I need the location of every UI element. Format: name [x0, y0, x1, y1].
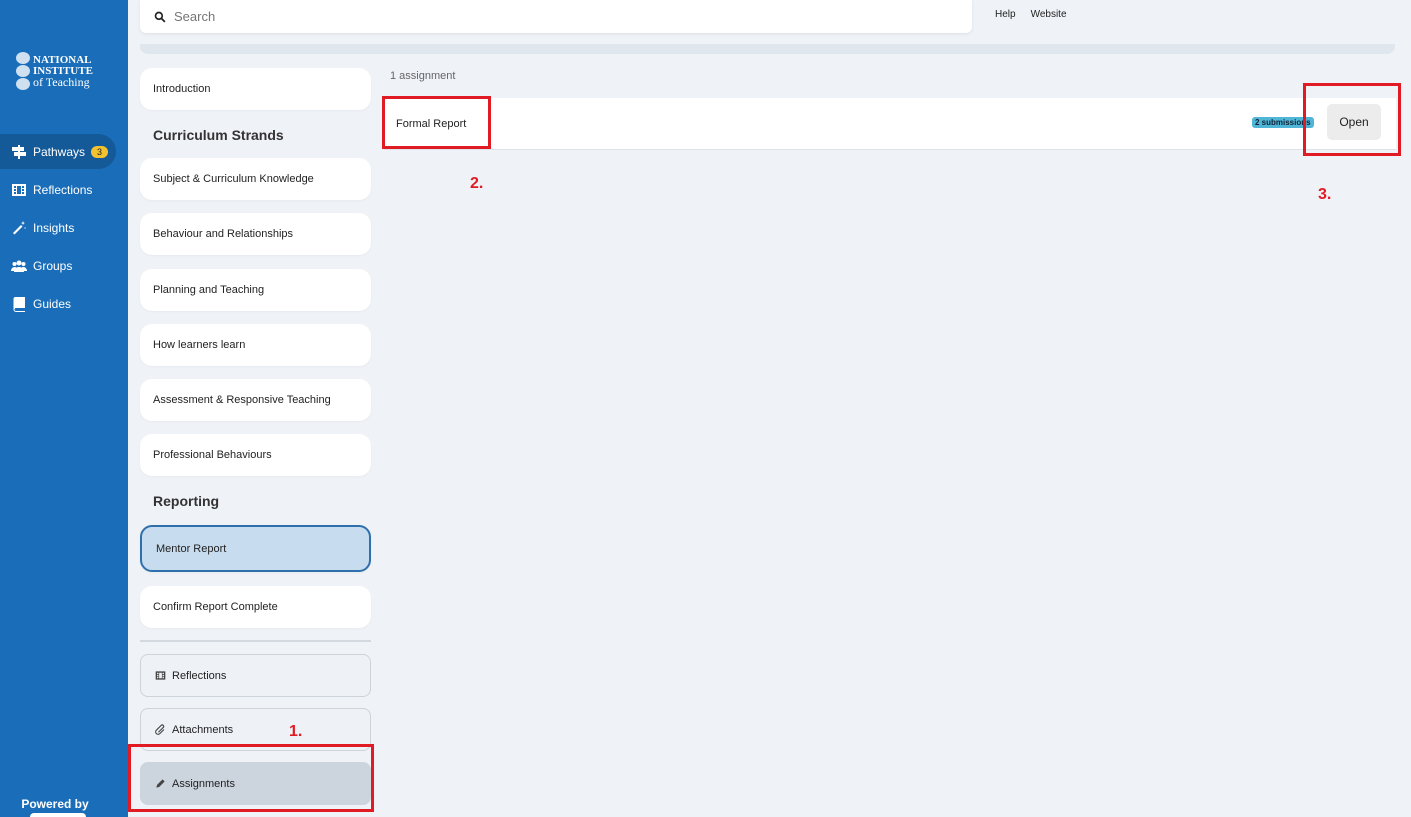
annotation-box-1	[128, 744, 374, 812]
nav-item-insights[interactable]: Insights	[0, 210, 128, 245]
introduction-label: Introduction	[153, 83, 211, 95]
magic-wand-icon	[13, 220, 27, 234]
nav-label-guides: Guides	[33, 296, 72, 311]
film-icon	[155, 671, 166, 680]
strand-item[interactable]: Planning and Teaching	[140, 269, 371, 311]
annotation-box-2	[382, 96, 491, 149]
reporting-item-confirm-complete[interactable]: Confirm Report Complete	[140, 586, 371, 628]
search-icon	[154, 11, 166, 23]
app-sidebar: NATIONAL INSTITUTE of Teaching Pathways …	[0, 0, 128, 817]
strand-label: Planning and Teaching	[153, 284, 265, 296]
strand-label: How learners learn	[153, 339, 246, 351]
nav-label-groups: Groups	[33, 258, 73, 273]
nav-item-groups[interactable]: Groups	[0, 248, 128, 283]
reporting-heading: Reporting	[153, 493, 220, 509]
tool-label: Reflections	[172, 669, 227, 682]
strand-item[interactable]: Professional Behaviours	[140, 434, 371, 476]
nav-label-pathways: Pathways	[33, 144, 86, 159]
assignment-count: 1 assignment	[390, 70, 456, 82]
tool-label: Attachments	[172, 723, 234, 736]
main-nav: Pathways 3 Reflections Insights Groups G…	[0, 134, 128, 324]
annotation-label-2: 2.	[470, 175, 484, 192]
strand-label: Behaviour and Relationships	[153, 228, 294, 240]
film-icon	[12, 183, 26, 196]
annotation-label-1: 1.	[289, 723, 303, 740]
logo-line-3: of Teaching	[33, 74, 90, 89]
nit-logo[interactable]: NATIONAL INSTITUTE of Teaching	[16, 52, 93, 90]
strand-item[interactable]: Subject & Curriculum Knowledge	[140, 158, 371, 200]
users-icon	[11, 260, 27, 272]
annotation-label-3: 3.	[1318, 186, 1332, 203]
help-link[interactable]: Help	[995, 9, 1016, 20]
logo-mark-icon	[16, 52, 30, 90]
assignment-row[interactable]: Formal Report 2 submissions Open	[384, 98, 1396, 150]
search-bar	[140, 0, 972, 33]
nav-label-reflections: Reflections	[33, 182, 93, 197]
pathways-count-badge: 3	[91, 145, 109, 158]
strand-label: Professional Behaviours	[153, 449, 272, 461]
powered-by-label: Powered by	[21, 797, 89, 811]
annotation-box-3	[1303, 83, 1401, 156]
panel-divider	[140, 640, 371, 642]
strand-item[interactable]: Assessment & Responsive Teaching	[140, 379, 371, 421]
strand-item[interactable]: How learners learn	[140, 324, 371, 366]
paperclip-icon	[155, 724, 165, 735]
header-strip	[140, 44, 1395, 54]
book-icon	[13, 296, 25, 312]
nav-item-guides[interactable]: Guides	[0, 286, 128, 321]
nav-item-pathways[interactable]: Pathways 3	[0, 134, 116, 169]
panel-item-introduction[interactable]: Introduction	[140, 68, 371, 110]
reporting-item-mentor-report[interactable]: Mentor Report	[140, 525, 371, 572]
website-link[interactable]: Website	[1031, 9, 1067, 20]
reporting-label: Mentor Report	[156, 542, 227, 555]
strand-item[interactable]: Behaviour and Relationships	[140, 213, 371, 255]
reporting-label: Confirm Report Complete	[153, 601, 278, 613]
curriculum-strands-heading: Curriculum Strands	[153, 127, 284, 143]
search-input[interactable]	[174, 9, 874, 24]
strand-label: Subject & Curriculum Knowledge	[153, 173, 314, 185]
tool-reflections[interactable]: Reflections	[140, 654, 371, 697]
signpost-icon	[12, 144, 26, 159]
nav-item-reflections[interactable]: Reflections	[0, 172, 128, 207]
top-links: Help Website	[995, 9, 1067, 20]
vendor-logo[interactable]	[30, 813, 86, 817]
nav-label-insights: Insights	[33, 220, 75, 235]
strand-label: Assessment & Responsive Teaching	[153, 394, 331, 406]
logo-line-1: NATIONAL	[33, 53, 92, 66]
